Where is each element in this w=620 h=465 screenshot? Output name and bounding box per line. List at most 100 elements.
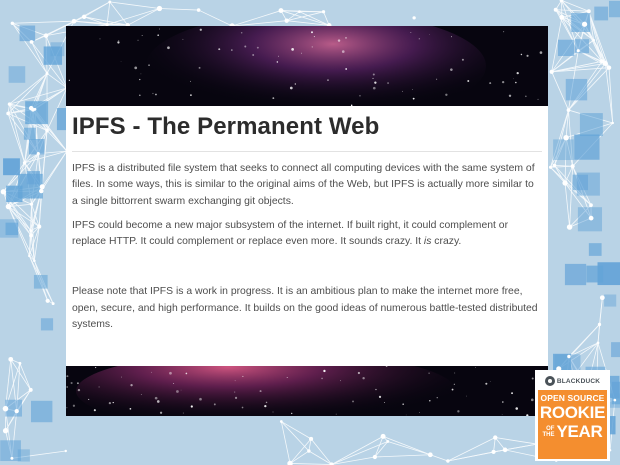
star xyxy=(152,92,154,95)
network-square xyxy=(557,39,575,56)
star xyxy=(276,61,279,63)
star xyxy=(278,55,279,57)
star xyxy=(436,397,438,399)
star xyxy=(291,48,294,51)
star xyxy=(157,34,160,37)
network-node xyxy=(10,21,15,25)
network-node xyxy=(8,356,14,362)
star xyxy=(412,97,415,100)
blackduck-logo: BLACKDUCK xyxy=(535,370,610,390)
star xyxy=(513,78,514,80)
star xyxy=(454,372,456,374)
network-node xyxy=(596,341,600,345)
star xyxy=(286,376,288,379)
network-square xyxy=(579,113,603,137)
network-node xyxy=(552,163,557,168)
star xyxy=(252,54,255,57)
star xyxy=(272,411,274,413)
star xyxy=(66,386,68,388)
network-node xyxy=(64,449,67,453)
star xyxy=(244,45,247,48)
network-node xyxy=(43,33,49,38)
star xyxy=(405,414,407,416)
network-node xyxy=(553,7,558,12)
star xyxy=(387,82,389,84)
star xyxy=(259,390,262,393)
star xyxy=(176,390,179,393)
star xyxy=(130,383,133,387)
star xyxy=(234,380,236,382)
star xyxy=(264,404,267,408)
network-node xyxy=(493,435,498,440)
star xyxy=(352,400,354,403)
network-square xyxy=(574,134,600,160)
star xyxy=(401,90,403,92)
article-content: IPFS - The Permanent Web IPFS is a distr… xyxy=(66,106,548,366)
star xyxy=(485,382,488,385)
network-node xyxy=(7,102,12,106)
network-node xyxy=(321,10,326,14)
star xyxy=(72,404,76,407)
star xyxy=(340,380,341,382)
star xyxy=(345,37,347,39)
star xyxy=(180,389,182,391)
star xyxy=(530,398,534,402)
network-square xyxy=(564,263,587,286)
star xyxy=(140,73,142,75)
star xyxy=(140,393,142,395)
network-node xyxy=(549,69,554,74)
star xyxy=(230,49,233,51)
star xyxy=(450,68,453,71)
star xyxy=(99,38,101,40)
star xyxy=(327,79,329,82)
star xyxy=(341,50,345,53)
network-node xyxy=(28,254,31,258)
network-node xyxy=(427,452,433,458)
star xyxy=(457,410,460,413)
title-divider xyxy=(72,151,542,152)
star xyxy=(526,54,529,57)
star xyxy=(95,367,97,369)
network-node xyxy=(39,184,45,190)
star xyxy=(88,398,90,400)
network-node xyxy=(298,10,301,14)
network-square xyxy=(553,139,574,161)
network-node xyxy=(18,361,22,365)
star xyxy=(531,377,534,380)
star xyxy=(256,46,259,49)
badge-orange-block: OPEN SOURCE ROOKIE OF THE YEAR xyxy=(538,390,607,459)
star xyxy=(234,391,236,393)
star xyxy=(461,58,464,61)
star xyxy=(68,79,70,81)
network-node xyxy=(39,188,44,194)
star xyxy=(120,376,122,378)
star xyxy=(384,402,385,403)
star xyxy=(501,80,505,84)
network-square xyxy=(8,66,26,83)
star xyxy=(418,38,420,40)
star xyxy=(502,401,504,403)
star xyxy=(66,375,69,378)
network-node xyxy=(29,233,33,238)
network-square xyxy=(571,13,591,32)
network-node xyxy=(37,224,42,229)
star xyxy=(240,32,243,34)
star xyxy=(159,28,160,30)
star xyxy=(537,98,539,100)
network-node xyxy=(597,322,602,327)
network-square xyxy=(588,243,602,256)
network-node xyxy=(386,440,390,443)
star xyxy=(311,31,313,34)
network-node xyxy=(602,61,608,67)
network-node xyxy=(29,202,34,206)
star xyxy=(301,52,302,54)
star xyxy=(313,36,315,38)
star xyxy=(375,388,377,391)
star xyxy=(337,39,341,42)
star xyxy=(402,403,405,406)
blackduck-logo-icon xyxy=(544,376,555,386)
star xyxy=(335,413,337,415)
network-node xyxy=(559,15,565,20)
star xyxy=(429,400,431,402)
star xyxy=(451,388,454,391)
